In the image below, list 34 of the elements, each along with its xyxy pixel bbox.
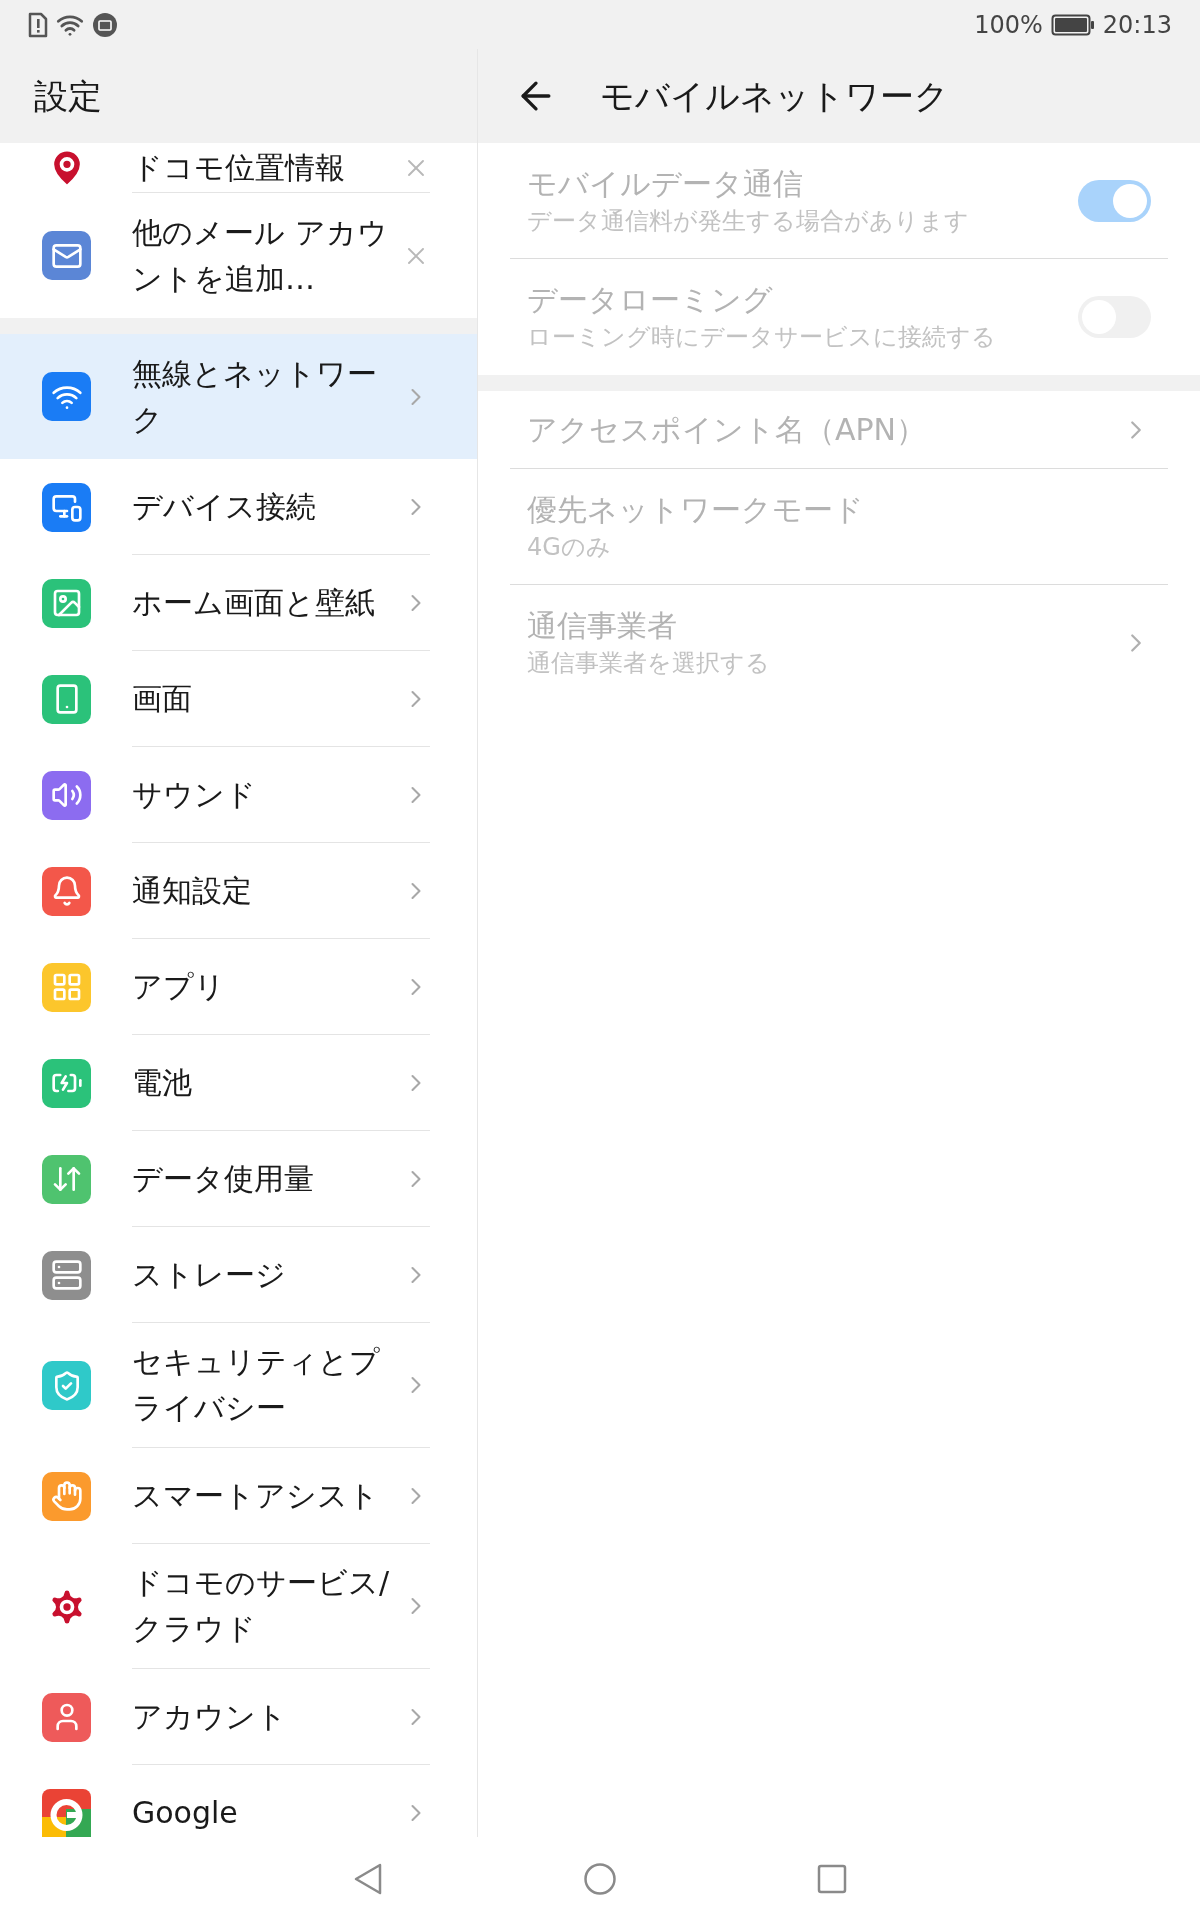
battery-icon (42, 1058, 91, 1108)
wifi-icon (42, 372, 91, 421)
setting-title: データローミング (527, 281, 774, 319)
sim-alert-icon (28, 11, 48, 38)
page-title: モバイルネットワーク (600, 74, 949, 118)
speaker-icon (42, 770, 91, 820)
tv-icon (92, 11, 118, 38)
device-connection-icon (42, 482, 91, 532)
setting-title: 通信事業者 (527, 607, 678, 645)
setting-summary: ローミング時にデータサービスに接続する (527, 322, 996, 353)
recents-nav-icon[interactable] (817, 1863, 847, 1894)
shield-icon (42, 1361, 91, 1410)
user-icon (42, 1692, 91, 1742)
settings-item[interactable]: 無線とネットワーク (0, 334, 477, 459)
image-icon (42, 578, 91, 628)
battery-percentage: 100% (974, 9, 1043, 41)
setting-summary: 通信事業者を選択する (527, 648, 770, 679)
battery-icon (1050, 13, 1095, 36)
panel-title: 設定 (34, 74, 102, 118)
clock-time: 20:13 (1102, 9, 1172, 41)
phone-icon (42, 674, 91, 724)
bell-icon (42, 866, 91, 916)
setting-title: 優先ネットワークモード (527, 490, 864, 529)
setting-summary: データ通信料が発生する場合があります (527, 205, 969, 237)
data-arrows-icon (42, 1154, 91, 1204)
storage-icon (42, 1250, 91, 1300)
mail-icon (42, 231, 91, 280)
home-nav-icon[interactable] (583, 1861, 617, 1896)
setting-title: アクセスポイント名（APN） (527, 410, 927, 449)
grid-icon (42, 962, 91, 1012)
hand-icon (42, 1471, 91, 1521)
setting-title: モバイルデータ通信 (527, 164, 804, 203)
setting-summary: 4Gのみ (527, 531, 612, 563)
back-nav-icon[interactable] (353, 1861, 383, 1896)
